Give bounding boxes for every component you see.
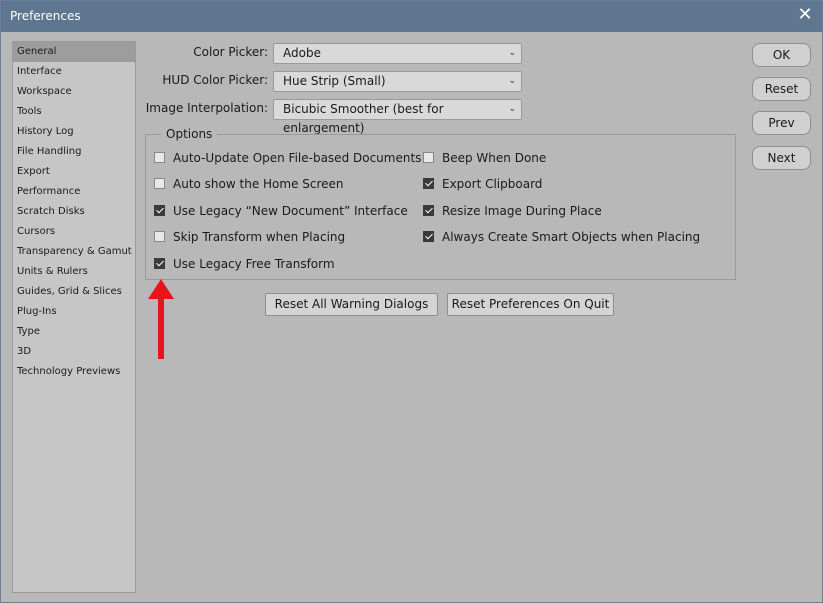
image-interpolation-value: Bicubic Smoother (best for enlargement) <box>283 102 444 135</box>
checkbox-checked-icon <box>423 205 434 216</box>
checkbox-label: Always Create Smart Objects when Placing <box>442 230 701 244</box>
reset-all-warning-dialogs-button[interactable]: Reset All Warning Dialogs <box>265 293 438 316</box>
checkbox-label: Auto show the Home Screen <box>173 177 344 191</box>
checkbox-checked-icon <box>154 258 165 269</box>
checkbox-label: Use Legacy “New Document” Interface <box>173 204 408 218</box>
sidebar-item-cursors[interactable]: Cursors <box>13 222 135 242</box>
hud-color-picker-label: HUD Color Picker: <box>162 73 268 87</box>
red-arrow-annotation-icon <box>148 279 174 359</box>
prev-button[interactable]: Prev <box>752 111 811 135</box>
sidebar-item-technology-previews[interactable]: Technology Previews <box>13 362 135 382</box>
checkbox-checked-icon <box>423 231 434 242</box>
checkbox-label: Use Legacy Free Transform <box>173 257 335 271</box>
close-icon[interactable]: ✕ <box>794 4 816 26</box>
reset-preferences-on-quit-button[interactable]: Reset Preferences On Quit <box>447 293 614 316</box>
preferences-sidebar: General Interface Workspace Tools Histor… <box>12 41 136 593</box>
sidebar-item-export[interactable]: Export <box>13 162 135 182</box>
reset-button[interactable]: Reset <box>752 77 811 101</box>
ok-button[interactable]: OK <box>752 43 811 67</box>
sidebar-item-performance[interactable]: Performance <box>13 182 135 202</box>
color-picker-value: Adobe <box>283 46 321 60</box>
sidebar-item-file-handling[interactable]: File Handling <box>13 142 135 162</box>
sidebar-item-type[interactable]: Type <box>13 322 135 342</box>
hud-color-picker-select[interactable]: Hue Strip (Small) ⌄ <box>273 71 522 92</box>
checkbox-unchecked-icon <box>154 231 165 242</box>
sidebar-item-scratch-disks[interactable]: Scratch Disks <box>13 202 135 222</box>
sidebar-item-transparency-gamut[interactable]: Transparency & Gamut <box>13 242 135 262</box>
chevron-down-icon: ⌄ <box>508 104 516 114</box>
title-bar: Preferences ✕ <box>1 1 822 32</box>
sidebar-item-3d[interactable]: 3D <box>13 342 135 362</box>
color-picker-label: Color Picker: <box>193 45 268 59</box>
sidebar-item-units-rulers[interactable]: Units & Rulers <box>13 262 135 282</box>
checkbox-label: Resize Image During Place <box>442 204 602 218</box>
options-title: Options <box>161 127 218 141</box>
checkbox-label: Skip Transform when Placing <box>173 230 346 244</box>
sidebar-item-history-log[interactable]: History Log <box>13 122 135 142</box>
preferences-window: Preferences ✕ General Interface Workspac… <box>0 0 823 603</box>
checkbox-unchecked-icon <box>154 152 165 163</box>
sidebar-item-guides-grid-slices[interactable]: Guides, Grid & Slices <box>13 282 135 302</box>
sidebar-item-plug-ins[interactable]: Plug-Ins <box>13 302 135 322</box>
image-interpolation-select[interactable]: Bicubic Smoother (best for enlargement) … <box>273 99 522 135</box>
checkbox-label: Beep When Done <box>442 151 547 165</box>
color-picker-select[interactable]: Adobe ⌄ <box>273 43 522 64</box>
image-interpolation-label: Image Interpolation: <box>145 101 268 115</box>
checkbox-checked-icon <box>423 178 434 189</box>
chevron-down-icon: ⌄ <box>508 76 516 86</box>
chevron-down-icon: ⌄ <box>508 48 516 58</box>
window-title: Preferences <box>10 9 81 23</box>
hud-color-picker-value: Hue Strip (Small) <box>283 74 386 88</box>
checkbox-unchecked-icon <box>423 152 434 163</box>
checkbox-unchecked-icon <box>154 178 165 189</box>
checkbox-label: Export Clipboard <box>442 177 543 191</box>
checkbox-checked-icon <box>154 205 165 216</box>
next-button[interactable]: Next <box>752 146 811 170</box>
checkbox-label: Auto-Update Open File-based Documents <box>173 151 422 165</box>
